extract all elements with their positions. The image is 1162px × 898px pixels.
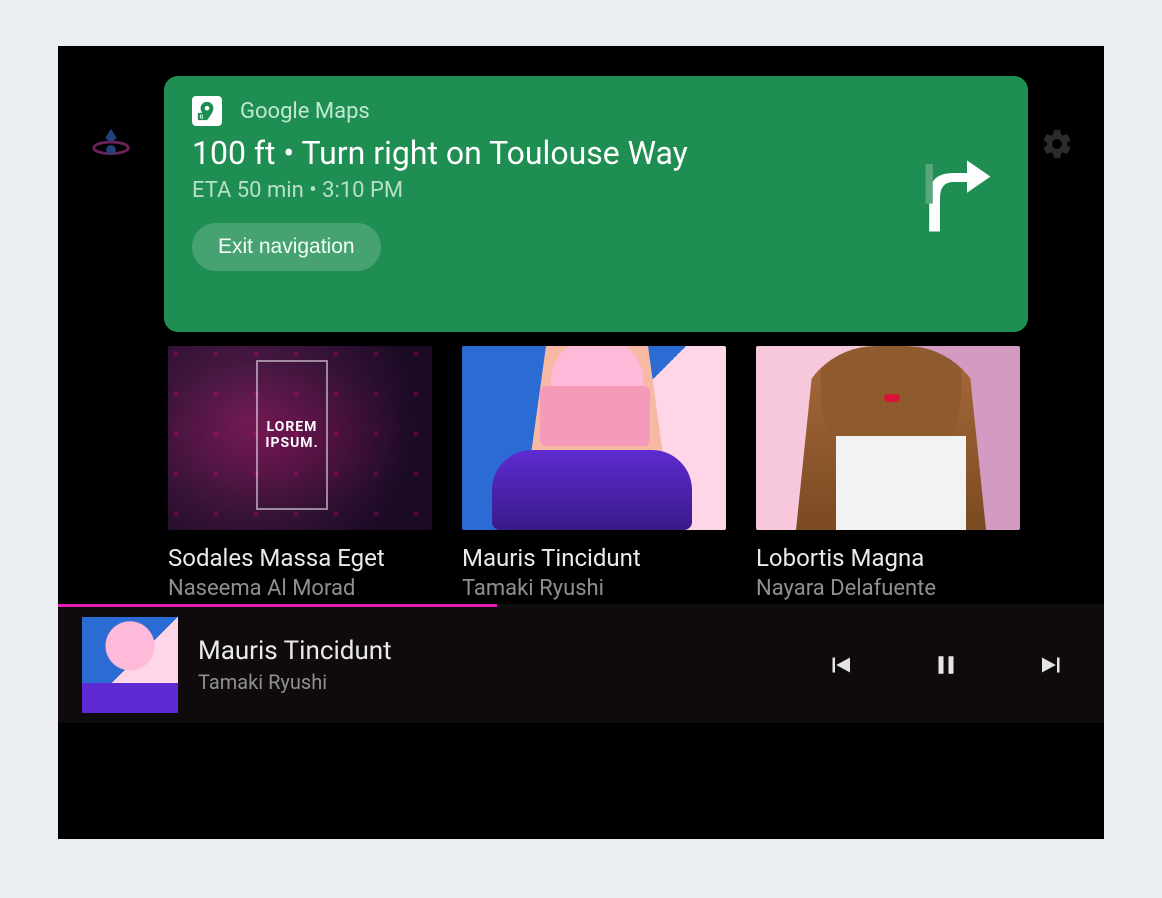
album-art-placeholder-text: LOREM IPSUM. (256, 360, 328, 510)
album-card[interactable]: Lobortis Magna Nayara Delafuente (756, 346, 1020, 601)
album-art (756, 346, 1020, 530)
navigation-eta: ETA 50 min • 3:10 PM (192, 178, 1000, 203)
album-artist: Tamaki Ryushi (462, 576, 726, 601)
turn-right-icon (904, 146, 994, 236)
albums-row: LOREM IPSUM. Sodales Massa Eget Naseema … (168, 346, 1074, 601)
album-art (462, 346, 726, 530)
album-title: Lobortis Magna (756, 544, 1020, 572)
google-maps-app-icon: G (192, 96, 222, 126)
navigation-notification-card[interactable]: G Google Maps 100 ft • Turn right on Tou… (164, 76, 1028, 332)
music-app-logo-icon (88, 121, 134, 171)
now-playing-title: Mauris Tincidunt (198, 636, 392, 666)
album-artist: Naseema Al Morad (168, 576, 432, 601)
album-title: Mauris Tincidunt (462, 544, 726, 572)
svg-text:G: G (200, 114, 204, 120)
settings-gear-icon[interactable] (1040, 127, 1074, 165)
album-card[interactable]: Mauris Tincidunt Tamaki Ryushi (462, 346, 726, 601)
pause-button[interactable] (928, 647, 964, 683)
next-track-button[interactable] (1034, 647, 1070, 683)
now-playing-art[interactable] (82, 617, 178, 713)
notification-app-name: Google Maps (240, 99, 370, 124)
album-title: Sodales Massa Eget (168, 544, 432, 572)
album-artist: Nayara Delafuente (756, 576, 1020, 601)
previous-track-button[interactable] (822, 647, 858, 683)
now-playing-text: Mauris Tincidunt Tamaki Ryushi (198, 636, 392, 694)
now-playing-bar: Mauris Tincidunt Tamaki Ryushi (58, 607, 1104, 723)
navigation-instruction: 100 ft • Turn right on Toulouse Way (192, 134, 1000, 172)
playback-controls (822, 647, 1080, 683)
now-playing-artist: Tamaki Ryushi (198, 670, 392, 694)
exit-navigation-button[interactable]: Exit navigation (192, 223, 381, 271)
device-screen: G Google Maps 100 ft • Turn right on Tou… (58, 46, 1104, 839)
album-card[interactable]: LOREM IPSUM. Sodales Massa Eget Naseema … (168, 346, 432, 601)
notification-header: G Google Maps (192, 96, 1000, 126)
album-art: LOREM IPSUM. (168, 346, 432, 530)
